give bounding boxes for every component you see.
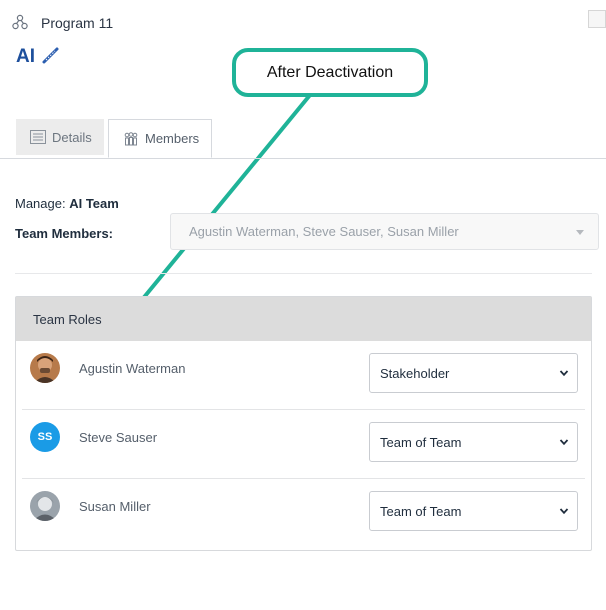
manage-team: AI Team xyxy=(69,196,119,211)
member-name: Steve Sauser xyxy=(79,430,158,445)
tab-bar: Details Members xyxy=(0,119,606,159)
people-icon xyxy=(124,131,138,145)
annotation-callout: After Deactivation xyxy=(232,48,428,97)
top-bar: Program 11 xyxy=(0,0,606,48)
role-select[interactable]: Stakeholder xyxy=(369,353,578,393)
role-value: Team of Team xyxy=(380,434,462,450)
avatar xyxy=(30,491,60,521)
team-members-label: Team Members: xyxy=(15,226,114,241)
team-members-value: Agustin Waterman, Steve Sauser, Susan Mi… xyxy=(189,224,459,239)
program-icon xyxy=(12,14,28,30)
chevron-down-icon xyxy=(559,508,569,515)
document-icon xyxy=(30,130,46,144)
avatar: SS xyxy=(30,422,60,452)
role-value: Team of Team xyxy=(380,503,462,519)
callout-text: After Deactivation xyxy=(266,63,394,81)
manage-line: Manage: AI Team xyxy=(15,196,119,211)
role-row: SS Steve Sauser Team of Team xyxy=(22,410,585,479)
role-select[interactable]: Team of Team xyxy=(369,422,578,462)
tab-details[interactable]: Details xyxy=(16,119,104,155)
program-label[interactable]: Program 11 xyxy=(41,15,113,31)
member-name: Susan Miller xyxy=(79,499,151,514)
corner-button[interactable] xyxy=(588,10,606,28)
avatar xyxy=(30,353,60,383)
page-title: AI xyxy=(16,46,35,67)
manage-label: Manage: xyxy=(15,196,66,211)
team-roles-panel: Team Roles Agustin Waterman Stakeholder … xyxy=(15,296,592,551)
divider xyxy=(15,273,592,274)
tab-members[interactable]: Members xyxy=(108,119,212,158)
role-value: Stakeholder xyxy=(380,365,450,381)
team-members-select[interactable]: Agustin Waterman, Steve Sauser, Susan Mi… xyxy=(170,213,599,250)
role-row: Susan Miller Team of Team xyxy=(22,479,585,548)
role-row: Agustin Waterman Stakeholder xyxy=(22,341,585,410)
role-select[interactable]: Team of Team xyxy=(369,491,578,531)
tab-members-label: Members xyxy=(145,131,200,146)
pencil-icon[interactable] xyxy=(41,45,61,65)
caret-down-icon xyxy=(576,230,584,235)
tab-details-label: Details xyxy=(52,129,92,145)
member-name: Agustin Waterman xyxy=(79,361,186,376)
chevron-down-icon xyxy=(559,370,569,377)
team-roles-header: Team Roles xyxy=(16,297,591,341)
chevron-down-icon xyxy=(559,439,569,446)
